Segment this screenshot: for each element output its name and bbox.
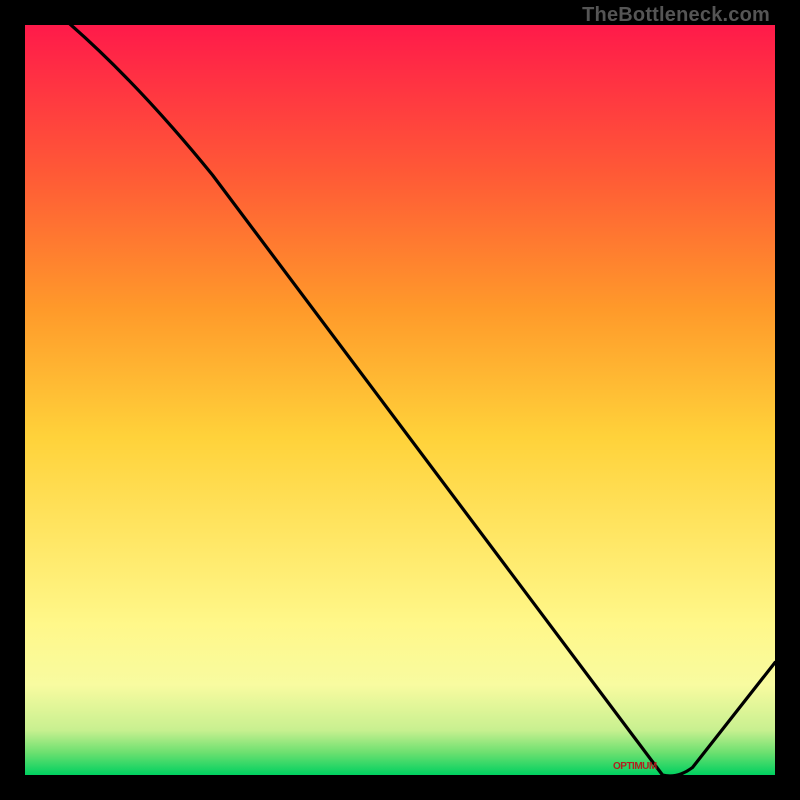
chart-background-gradient (25, 25, 775, 775)
optimum-marker-label: OPTIMUM (613, 761, 657, 772)
bottleneck-chart (25, 25, 775, 775)
watermark-text: TheBottleneck.com (582, 4, 770, 27)
chart-frame (25, 25, 775, 775)
